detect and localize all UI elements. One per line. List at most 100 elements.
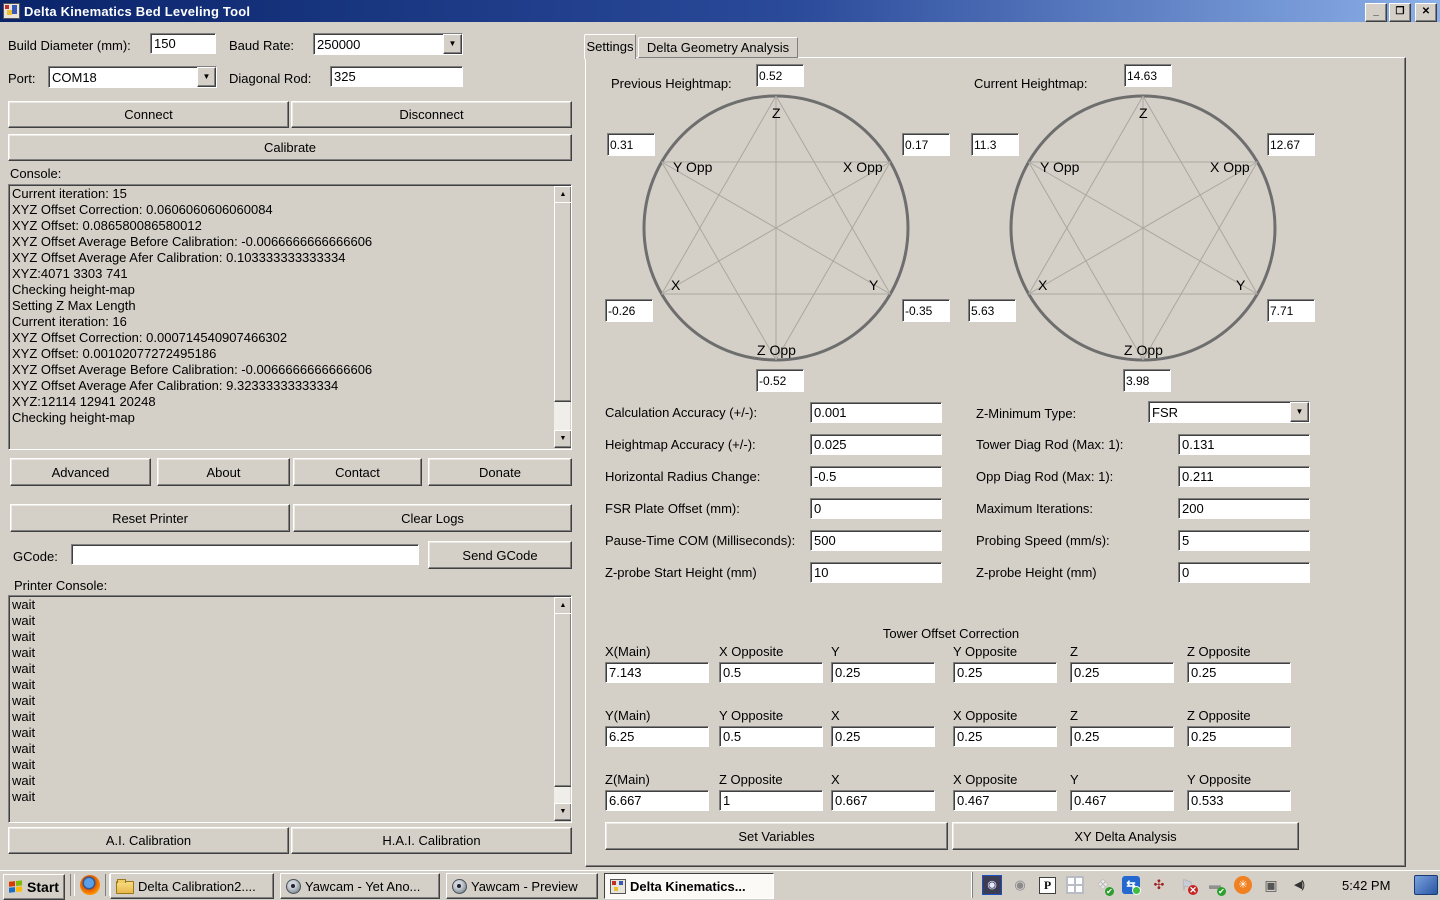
taskbar-button[interactable]: Delta Calibration2.... [110,873,274,899]
tower-cell-input[interactable] [953,662,1057,683]
scroll-down-icon[interactable]: ▼ [554,803,572,821]
tower-cell-input[interactable] [1070,790,1174,811]
console-log[interactable]: Current iteration: 15 XYZ Offset Correct… [8,184,572,450]
printer-console-log[interactable]: wait wait wait wait wait wait wait wait … [8,595,572,823]
taskbar-button[interactable]: Yawcam - Yet Ano... [280,873,440,899]
tower-cell-input[interactable] [1070,726,1174,747]
port-combo[interactable]: COM18 ▼ [48,66,217,88]
baud-rate-combo[interactable]: 250000 ▼ [313,33,463,55]
console-scrollbar-thumb[interactable] [554,202,572,402]
diagonal-rod-field[interactable] [330,66,463,87]
webcam-icon [452,879,467,894]
printer-console-scrollbar-thumb[interactable] [554,613,572,787]
tower-cell-input[interactable] [719,790,823,811]
tower-cell-input[interactable] [831,790,935,811]
p-program-tray-icon[interactable]: P [1039,877,1056,894]
tower-cell-input[interactable] [1070,662,1174,683]
build-diameter-label: Build Diameter (mm): [8,38,131,53]
setting-input[interactable] [810,402,942,423]
security-alert-flag-tray-icon[interactable]: ⚑ [1178,876,1196,894]
show-desktop-icon[interactable] [1414,875,1438,895]
tower-cell-input[interactable] [1187,790,1291,811]
gcode-input[interactable] [71,544,419,565]
donate-button[interactable]: Donate [428,458,572,486]
tower-cell-input[interactable] [605,790,709,811]
calibrate-button[interactable]: Calibrate [8,134,572,161]
close-button[interactable]: ✕ [1415,3,1437,22]
setting-label: Maximum Iterations: [976,501,1093,516]
previous-heightmap-top-value[interactable] [756,64,804,87]
clear-logs-button[interactable]: Clear Logs [293,504,572,532]
firefox-icon[interactable] [80,875,100,895]
setting-input[interactable] [1178,466,1310,487]
tower-cell-input[interactable] [831,726,935,747]
tower-cell-input[interactable] [605,726,709,747]
disconnect-button[interactable]: Disconnect [291,101,572,128]
tower-cell-input[interactable] [719,662,823,683]
setting-input[interactable] [1178,498,1310,519]
taskbar-buttons: Delta Calibration2.... Yawcam - Yet Ano.… [110,873,780,897]
taskbar-button[interactable]: Yawcam - Preview [446,873,598,899]
orange-gear-tray-icon[interactable]: ✳ [1234,876,1252,894]
tower-cell-label: Y Opposite [1187,772,1299,788]
tab-delta-geometry-analysis[interactable]: Delta Geometry Analysis [638,37,798,58]
scroll-down-icon[interactable]: ▼ [554,430,572,448]
contact-button[interactable]: Contact [293,458,422,486]
teamviewer-tray-icon[interactable]: ⇆ [1122,876,1140,894]
red-device-tray-icon[interactable]: ✣ [1150,876,1168,894]
setting-input[interactable] [810,530,942,551]
printer-console-scrollbar[interactable]: ▲ ▼ [554,597,570,821]
advanced-button[interactable]: Advanced [10,458,151,486]
connect-button[interactable]: Connect [8,101,289,128]
setting-input[interactable] [1178,434,1310,455]
network-monitor-tray-icon[interactable]: ▣ [1262,876,1280,894]
send-gcode-button[interactable]: Send GCode [428,541,572,569]
setting-input[interactable] [810,466,942,487]
setting-input[interactable] [810,498,942,519]
reset-printer-button[interactable]: Reset Printer [10,504,290,532]
tower-cell-input[interactable] [953,726,1057,747]
tower-cell-input[interactable] [605,662,709,683]
previous-heightmap-bottom-value[interactable] [756,369,804,392]
console-scrollbar[interactable]: ▲ ▼ [554,186,570,448]
tower-cell-input[interactable] [719,726,823,747]
dropdown-arrow-icon[interactable]: ▼ [197,67,216,87]
tower-label-z-opp: Z Opp [757,342,796,358]
gcode-label: GCode: [13,549,58,564]
taskbar-clock[interactable]: 5:42 PM [1342,878,1398,893]
setting-input[interactable] [810,562,942,583]
volume-tray-icon[interactable]: ◀) [1290,876,1308,894]
window-titlebar[interactable]: Delta Kinematics Bed Leveling Tool _ ❐ ✕ [0,0,1440,22]
sync-boxes-tray-icon[interactable]: ❖ [1094,876,1112,894]
tower-cell-input[interactable] [831,662,935,683]
current-heightmap-top-value[interactable] [1124,64,1172,87]
minimize-button[interactable]: _ [1365,3,1387,22]
current-heightmap-bottom-value[interactable] [1123,369,1171,392]
yawcam-tray-icon[interactable]: ◉ [983,876,1001,894]
tower-cell-label: X [831,772,953,788]
setting-input[interactable] [1178,562,1310,583]
taskbar-button[interactable]: Delta Kinematics... [604,873,774,899]
z-minimum-type-combo[interactable]: FSR ▼ [1148,401,1310,423]
set-variables-button[interactable]: Set Variables [605,822,948,850]
dropdown-arrow-icon[interactable]: ▼ [443,34,462,54]
diagonal-rod-label: Diagonal Rod: [229,71,311,86]
setting-input[interactable] [1178,530,1310,551]
tab-settings[interactable]: Settings [584,34,636,59]
dropdown-arrow-icon[interactable]: ▼ [1290,402,1309,422]
tower-cell-input[interactable] [953,790,1057,811]
setting-input[interactable] [810,434,942,455]
hai-calibration-button[interactable]: H.A.I. Calibration [291,827,572,854]
webcam-tray-icon[interactable]: ◉ [1011,876,1029,894]
tower-cell-input[interactable] [1187,726,1291,747]
tower-cell: Z Opposite [719,772,831,811]
restore-button[interactable]: ❐ [1389,3,1411,22]
build-diameter-field[interactable] [150,33,216,54]
about-button[interactable]: About [157,458,290,486]
safely-remove-hardware-tray-icon[interactable]: ▬ [1206,876,1224,894]
start-button[interactable]: Start [3,874,65,900]
ai-calibration-button[interactable]: A.I. Calibration [8,827,289,854]
tower-cell-input[interactable] [1187,662,1291,683]
window-panes-tray-icon[interactable] [1066,876,1084,894]
xy-delta-analysis-button[interactable]: XY Delta Analysis [952,822,1299,850]
